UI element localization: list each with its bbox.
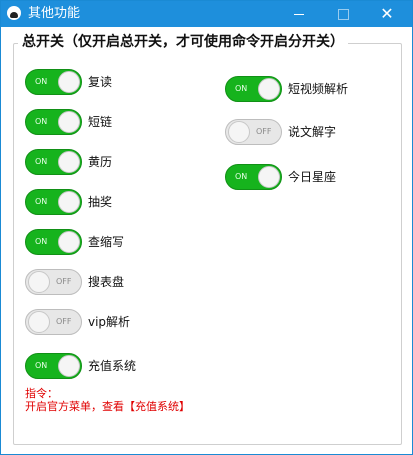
command-heading: 指令： [25,387,58,400]
toggle-state-text: ON [35,117,48,126]
minimize-icon [294,13,304,15]
toggle-knob [28,311,50,333]
toggle-knob [58,71,80,93]
toggle-knob [58,231,80,253]
switch-label: 充值系统 [88,359,137,373]
switch-label: 抽奖 [88,195,113,209]
switch-label: 查缩写 [88,235,125,249]
window-title: 其他功能 [28,6,81,21]
close-icon: ✕ [380,4,394,23]
watchface-toggle[interactable]: OFF [25,269,82,295]
minimize-button[interactable] [277,1,321,27]
command-text: 开启官方菜单，查看【充值系统】 [25,400,190,413]
close-button[interactable]: ✕ [365,1,409,27]
toggle-state-text: ON [35,237,48,246]
switch-label: 复读 [88,75,113,89]
lottery-toggle[interactable]: ON [25,189,82,215]
abbreviation-toggle[interactable]: ON [25,229,82,255]
toggle-state-text: ON [35,157,48,166]
switch-label: 搜表盘 [88,275,125,289]
switch-label: 说文解字 [288,125,337,139]
short-video-toggle[interactable]: ON [225,76,282,102]
toggle-state-text: OFF [256,127,272,136]
toggle-state-text: ON [35,361,48,370]
horoscope-toggle[interactable]: ON [225,164,282,190]
toggle-state-text: OFF [56,317,72,326]
maximize-icon [337,8,349,20]
dictionary-toggle[interactable]: OFF [225,119,282,145]
switch-label: vip解析 [88,315,131,329]
toggle-state-text: ON [235,172,248,181]
toggle-state-text: ON [35,197,48,206]
switch-label: 短链 [88,115,113,129]
switch-label: 黄历 [88,155,113,169]
vip-parse-toggle[interactable]: OFF [25,309,82,335]
almanac-toggle[interactable]: ON [25,149,82,175]
toggle-knob [58,355,80,377]
title-bar[interactable]: 其他功能 ✕ [1,1,412,27]
toggle-knob [258,78,280,100]
toggle-state-text: ON [235,84,248,93]
switch-label: 今日星座 [288,170,337,184]
toggle-knob [58,151,80,173]
app-penguin-icon [7,6,21,20]
short-link-toggle[interactable]: ON [25,109,82,135]
toggle-knob [258,166,280,188]
toggle-knob [58,111,80,133]
toggle-knob [28,271,50,293]
maximize-button[interactable] [321,1,365,27]
toggle-state-text: OFF [56,277,72,286]
switch-label: 短视频解析 [288,82,349,96]
group-title: 总开关（仅开启总开关，才可使用命令开启分开关） [18,32,348,52]
recharge-toggle[interactable]: ON [25,353,82,379]
repeat-toggle[interactable]: ON [25,69,82,95]
toggle-knob [228,121,250,143]
toggle-knob [58,191,80,213]
settings-window: 其他功能 ✕ 总开关（仅开启总开关，才可使用命令开启分开关） ON 复读 ON … [0,0,413,455]
toggle-state-text: ON [35,77,48,86]
